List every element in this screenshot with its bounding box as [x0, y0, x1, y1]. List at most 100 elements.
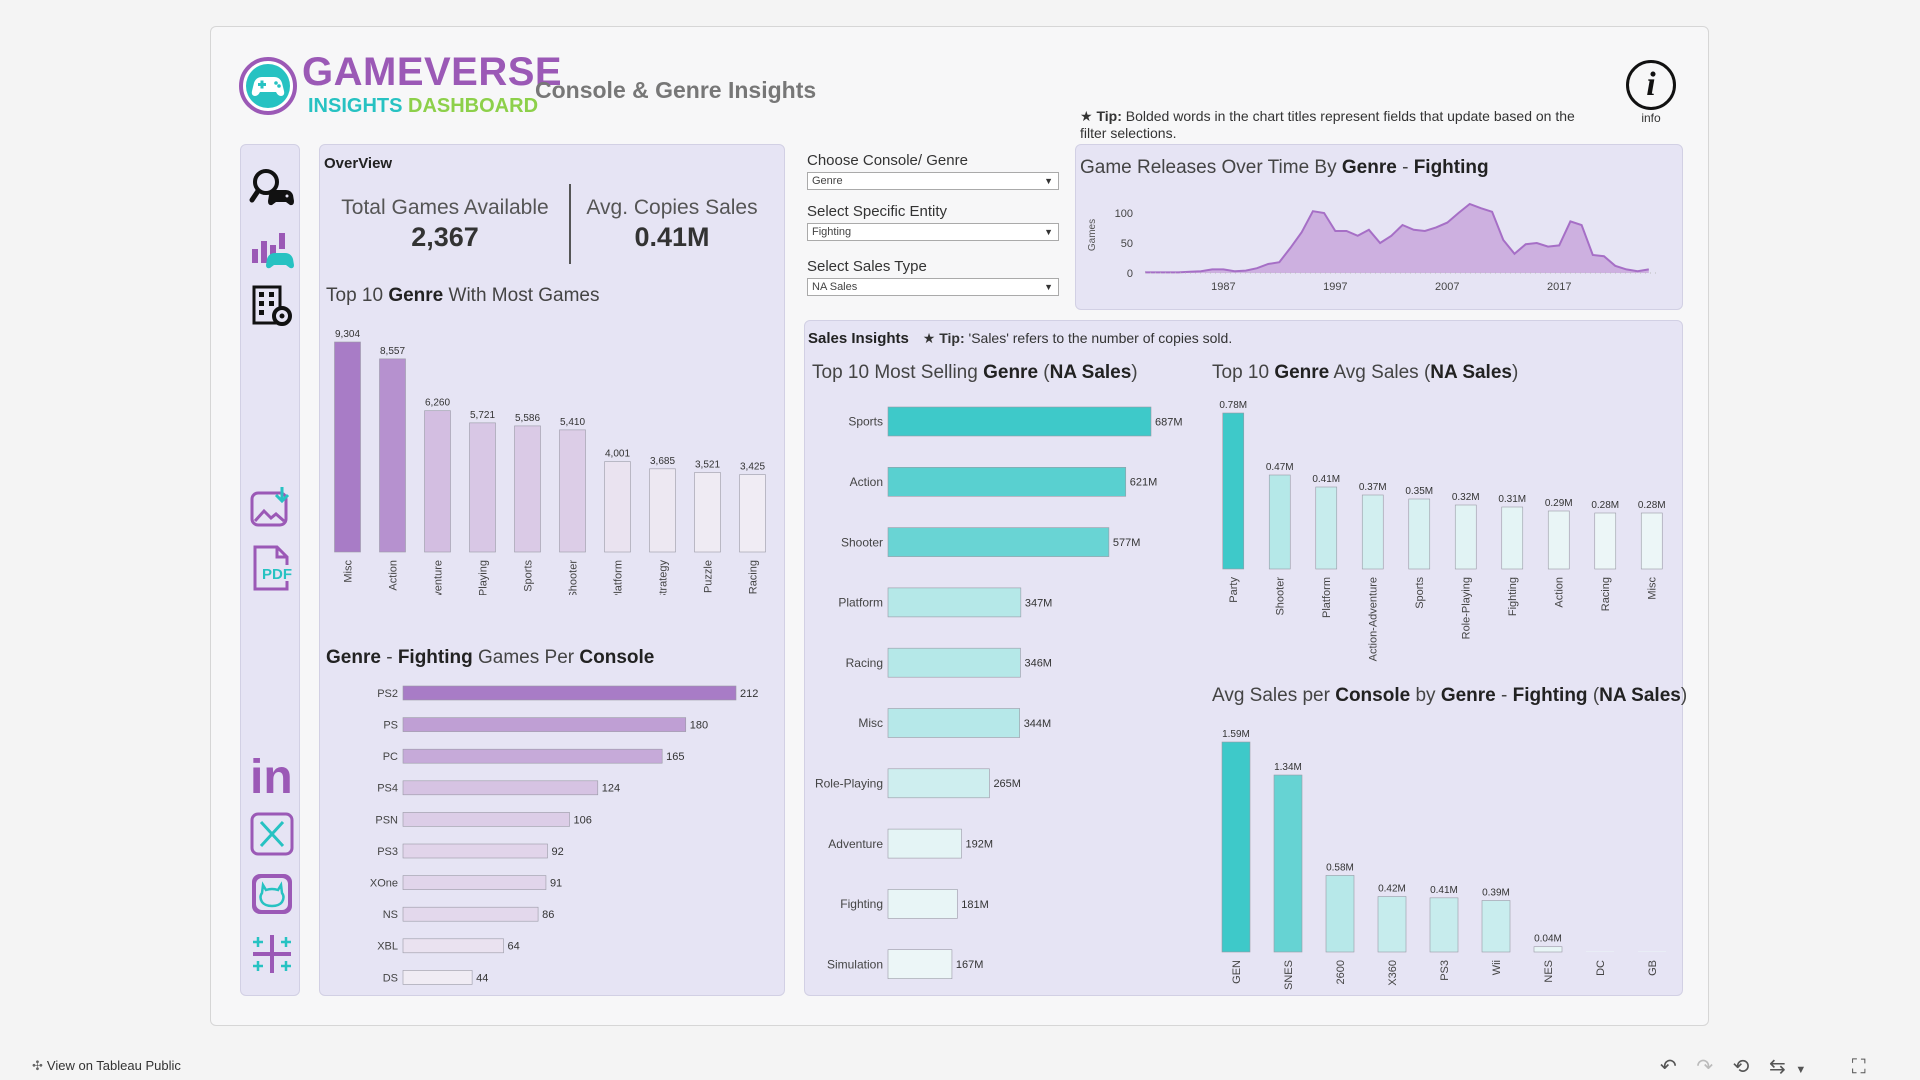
- tick-label: Racing: [1600, 577, 1612, 611]
- revert-icon[interactable]: ⟲: [1733, 1056, 1750, 1078]
- tick-label: Platform: [1321, 577, 1333, 618]
- per-console-title-bold2: Fighting: [397, 647, 473, 668]
- linkedin-icon[interactable]: in: [249, 751, 295, 797]
- y-tick-label: 50: [1121, 238, 1133, 250]
- redo-icon[interactable]: ↷: [1696, 1056, 1713, 1078]
- tick-label: NES: [1543, 960, 1555, 983]
- chevron-down-icon: ▼: [1044, 176, 1053, 186]
- logo-wordmark: GAMEVERSE: [302, 50, 563, 94]
- toolbar: ↶ ↷ ⟲ ⇆ ▼ ⛶: [1660, 1054, 1866, 1079]
- console-avg-title-bold1: Console: [1335, 685, 1411, 706]
- pdf-icon[interactable]: PDF: [249, 545, 295, 591]
- console-avg-title: Avg Sales per Console by Genre - Fightin…: [1212, 685, 1687, 707]
- tick-label: Shooter: [567, 560, 579, 595]
- bar-label: 92: [552, 846, 564, 858]
- filter-sales-type-dropdown[interactable]: NA Sales ▼: [807, 278, 1059, 296]
- top-selling-title-bold1: Genre: [983, 362, 1039, 383]
- bar-PC: [402, 748, 663, 764]
- bar-label: 0.29M: [1545, 498, 1573, 509]
- bar-label: 181M: [961, 899, 989, 911]
- tick-label: DC: [1595, 960, 1607, 976]
- bar-label: 5,410: [560, 417, 585, 428]
- tableau-icon[interactable]: [249, 931, 295, 977]
- bar-XBL: [402, 938, 504, 954]
- sales-insights-heading: Sales Insights: [808, 330, 909, 347]
- releases-chart: 100 50 0 1987 1997 2007 2017 Games: [1087, 202, 1660, 293]
- building-gear-icon[interactable]: [249, 283, 295, 329]
- bar-Action: [379, 358, 406, 553]
- bar-label: 0.78M: [1219, 400, 1247, 411]
- console-avg-title-pre: Avg Sales per: [1212, 685, 1336, 706]
- bar-label: 621M: [1130, 477, 1158, 489]
- console-avg-title-mid2: -: [1495, 685, 1513, 706]
- bar-PS4: [402, 780, 599, 796]
- tick-label: XOne: [370, 877, 398, 889]
- bar-label: 180: [690, 719, 708, 731]
- top-genre-title-pre: Top 10: [326, 285, 389, 306]
- bar-Misc: [887, 708, 1020, 738]
- pdf-icon-text: PDF: [262, 566, 292, 583]
- tick-label: Role-Playing: [477, 560, 489, 595]
- bar-Simulation: [887, 949, 953, 980]
- search-gamepad-icon[interactable]: [249, 165, 295, 211]
- view-on-tableau-link[interactable]: ✣ View on Tableau Public: [32, 1058, 181, 1074]
- chart-gamepad-icon[interactable]: [249, 225, 295, 271]
- bar-label: 5,586: [515, 413, 540, 424]
- kpi-total-value: 2,367: [411, 222, 479, 252]
- image-download-icon[interactable]: [249, 485, 295, 531]
- bar-label: 4,001: [605, 449, 630, 460]
- github-icon[interactable]: [249, 871, 295, 917]
- top-genre-title-post: With Most Games: [443, 285, 600, 306]
- bar-label: 9,304: [335, 329, 360, 340]
- tick-label: Role-Playing: [1461, 577, 1473, 639]
- genre-avg-title-bold1: Genre: [1274, 362, 1330, 383]
- bar-XOne: [402, 875, 547, 890]
- bar-label: 1.34M: [1274, 762, 1302, 773]
- bar-NES: [1533, 946, 1563, 953]
- bar-label: 0.37M: [1359, 482, 1387, 493]
- console-avg-title-post: ): [1680, 685, 1688, 706]
- bar-label: 0.39M: [1482, 887, 1510, 898]
- bar-Misc: [1640, 512, 1663, 570]
- genre-avg-title-bold2: NA Sales: [1430, 362, 1512, 383]
- tick-label: Misc: [1647, 577, 1659, 600]
- tip-text: Bolded words in the chart titles represe…: [1080, 108, 1575, 141]
- bar-Shooter: [559, 429, 586, 553]
- per-console-title-mid2: Games Per: [472, 647, 580, 668]
- bar-Action: [1547, 510, 1570, 570]
- top-selling-title-mid: (: [1038, 362, 1050, 383]
- tick-label: PC: [383, 751, 398, 763]
- top-selling-title-pre: Top 10 Most Selling: [812, 362, 984, 383]
- bar-GEN: [1221, 741, 1251, 953]
- info-button[interactable]: i info: [1623, 60, 1679, 130]
- tick-label: Party: [1228, 577, 1240, 603]
- bar-Action-Adventure: [1361, 494, 1384, 570]
- bar-DC: [1586, 951, 1614, 952]
- bar-Platform: [1315, 486, 1338, 570]
- bar-Adventure: [887, 828, 962, 859]
- sales-insights-header: Sales Insights ★ Tip: 'Sales' refers to …: [808, 330, 1232, 347]
- tick-label: Wii: [1491, 960, 1503, 975]
- top-genre-chart: 9,304 Misc 8,557 Action 6,260 Adventure 5,721 R…: [334, 329, 766, 595]
- fullscreen-icon[interactable]: ⛶: [1852, 1056, 1866, 1078]
- filter-sales-type-label: Select Sales Type: [807, 258, 927, 275]
- refresh-icon[interactable]: ⇆: [1769, 1056, 1786, 1078]
- y-tick-label: 0: [1127, 268, 1133, 280]
- bar-label: 212: [740, 688, 758, 700]
- filter-entity-dropdown[interactable]: Fighting ▼: [807, 223, 1059, 241]
- tip-bold: Tip:: [1096, 108, 1122, 124]
- releases-title: Game Releases Over Time By Genre - Fight…: [1080, 157, 1489, 179]
- releases-title-mid: -: [1396, 157, 1414, 178]
- chevron-down-icon[interactable]: ▼: [1795, 1064, 1806, 1076]
- releases-title-bold2: Fighting: [1413, 157, 1489, 178]
- bar-label: 91: [550, 877, 562, 889]
- genre-avg-chart: 0.78M Party 0.47M Shooter 0.41M Platform 0.37M…: [1219, 400, 1665, 661]
- gamepad-logo-icon: [239, 57, 297, 115]
- tick-label: X360: [1387, 960, 1399, 986]
- undo-icon[interactable]: ↶: [1660, 1056, 1677, 1078]
- bar-Wii: [1481, 900, 1511, 953]
- tick-label: PS: [383, 719, 398, 731]
- y-axis-label: Games: [1087, 219, 1098, 251]
- x-twitter-icon[interactable]: [249, 811, 295, 857]
- filter-console-genre-dropdown[interactable]: Genre ▼: [807, 172, 1059, 190]
